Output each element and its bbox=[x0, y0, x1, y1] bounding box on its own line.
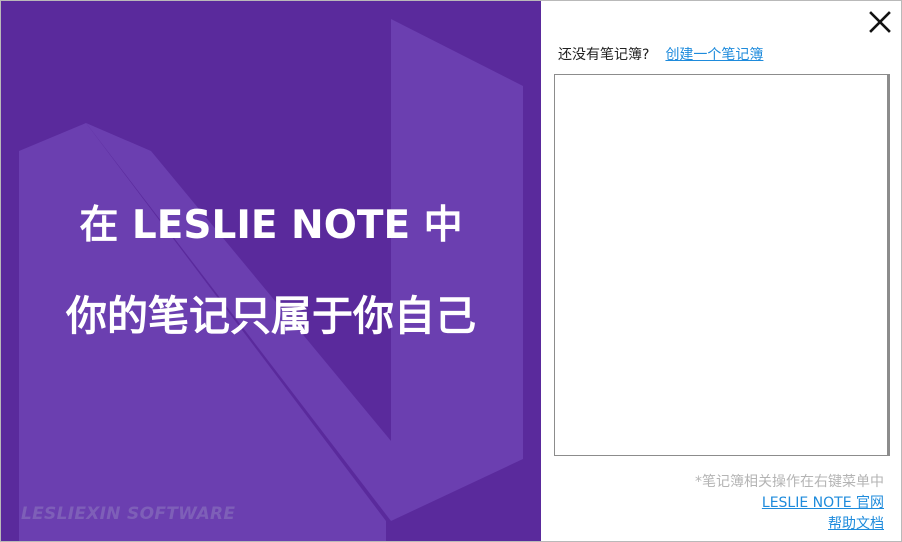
brand-footer: LESLIEXIN SOFTWARE bbox=[21, 504, 236, 524]
no-notebook-prompt: 还没有笔记簿? 创建一个笔记簿 bbox=[558, 44, 763, 64]
notebook-selector-window: 在 LESLIE NOTE 中 你的笔记只属于你自己 LESLIEXIN SOF… bbox=[0, 0, 902, 542]
n-logo-icon bbox=[19, 19, 523, 541]
notebook-list[interactable] bbox=[554, 74, 890, 456]
create-notebook-link[interactable]: 创建一个笔记簿 bbox=[665, 47, 763, 63]
close-icon bbox=[869, 11, 891, 33]
n-logo-right-bar bbox=[391, 19, 523, 521]
brand-headline: 在 LESLIE NOTE 中 bbox=[79, 203, 463, 248]
help-docs-link[interactable]: 帮助文档 bbox=[828, 513, 884, 533]
brand-panel: 在 LESLIE NOTE 中 你的笔记只属于你自己 LESLIEXIN SOF… bbox=[1, 1, 541, 541]
official-site-link[interactable]: LESLIE NOTE 官网 bbox=[762, 492, 884, 512]
context-menu-hint: *笔记簿相关操作在右键菜单中 bbox=[695, 474, 884, 490]
no-notebook-text: 还没有笔记簿? bbox=[558, 47, 650, 63]
notebook-panel: 还没有笔记簿? 创建一个笔记簿 *笔记簿相关操作在右键菜单中 LESLIE NOT… bbox=[541, 1, 901, 541]
brand-tagline: 你的笔记只属于你自己 bbox=[66, 292, 476, 340]
close-button[interactable] bbox=[867, 9, 893, 35]
